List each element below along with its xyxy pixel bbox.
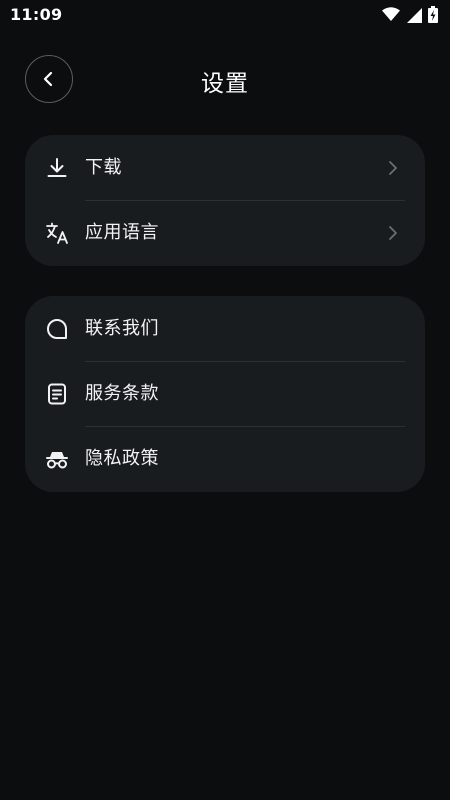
- settings-group-about: 联系我们 服务条款 隐私政策: [25, 296, 425, 492]
- chat-bubble-icon: [47, 319, 67, 339]
- chevron-right-icon: [389, 161, 397, 175]
- settings-item-label: 隐私政策: [85, 448, 159, 469]
- document-icon: [48, 383, 66, 405]
- download-icon: [47, 158, 67, 177]
- settings-item-label: 联系我们: [85, 318, 159, 339]
- settings-group-general: 下载 应用语言: [25, 135, 425, 266]
- settings-item-contact-us[interactable]: 联系我们: [25, 296, 425, 361]
- status-time: 11:09: [10, 5, 63, 24]
- settings-item-label: 服务条款: [85, 383, 159, 404]
- chevron-right-icon: [389, 226, 397, 240]
- settings-item-app-language[interactable]: 应用语言: [25, 200, 425, 265]
- header: 设置: [0, 48, 450, 112]
- settings-item-download[interactable]: 下载: [25, 135, 425, 200]
- settings-item-label: 应用语言: [85, 222, 159, 243]
- settings-item-terms-of-service[interactable]: 服务条款: [25, 361, 425, 426]
- signal-icon: [407, 7, 422, 23]
- wifi-icon: [382, 7, 400, 21]
- status-icons: [382, 6, 438, 23]
- status-bar: 11:09: [0, 0, 450, 30]
- settings-item-privacy-policy[interactable]: 隐私政策: [25, 426, 425, 491]
- translate-icon: [46, 222, 68, 244]
- incognito-icon: [46, 452, 68, 469]
- settings-item-label: 下载: [85, 157, 122, 178]
- page-title: 设置: [201, 71, 249, 97]
- battery-charging-icon: [428, 6, 438, 23]
